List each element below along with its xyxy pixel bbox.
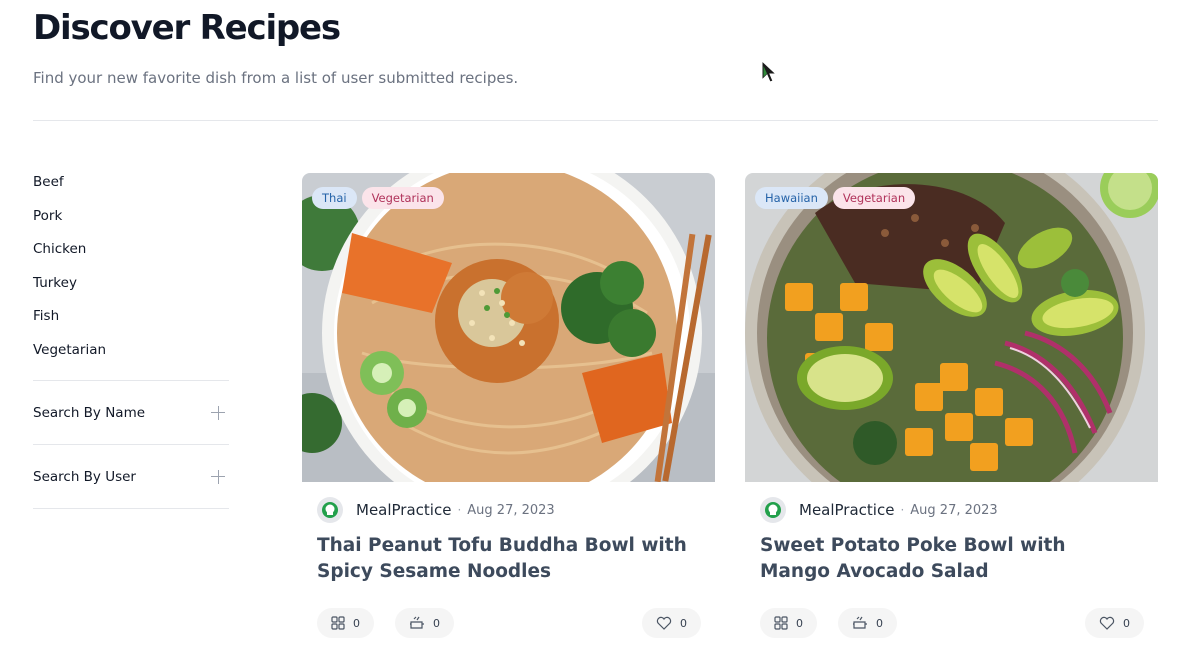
recipe-actions: 0 0 0 [760, 608, 1144, 638]
save-count: 0 [353, 616, 360, 630]
author-name[interactable]: MealPractice [799, 501, 894, 519]
recipe-image[interactable]: Hawaiian Vegetarian [745, 173, 1158, 482]
plus-icon [211, 469, 225, 484]
save-count: 0 [796, 616, 803, 630]
save-button[interactable]: 0 [760, 608, 817, 638]
chef-logo-icon [322, 502, 338, 518]
like-count: 0 [1123, 616, 1130, 630]
page-subtitle: Find your new favorite dish from a list … [33, 69, 519, 87]
recipe-meta: MealPractice · Aug 27, 2023 [317, 497, 555, 523]
post-date: Aug 27, 2023 [910, 502, 998, 518]
chef-logo-icon [765, 502, 781, 518]
like-button[interactable]: 0 [1085, 608, 1144, 638]
cooking-pot-icon [410, 616, 424, 629]
category-chicken[interactable]: Chicken [33, 237, 229, 271]
recipe-image[interactable]: Thai Vegetarian [302, 173, 715, 482]
mouse-cursor-icon [761, 60, 778, 83]
recipe-meta: MealPractice · Aug 27, 2023 [760, 497, 998, 523]
tag-list: Thai Vegetarian [312, 187, 444, 209]
avatar[interactable] [760, 497, 786, 523]
separator-dot: · [900, 503, 905, 517]
cuisine-tag[interactable]: Thai [312, 187, 357, 209]
search-by-user-label: Search By User [33, 468, 136, 485]
cooked-button[interactable]: 0 [838, 608, 897, 638]
recipe-title[interactable]: Thai Peanut Tofu Buddha Bowl with Spicy … [317, 533, 687, 585]
cooking-pot-icon [853, 616, 867, 629]
page-header: Discover Recipes Find your new favorite … [33, 8, 1158, 88]
category-list: Beef Pork Chicken Turkey Fish Vegetarian [33, 170, 229, 371]
diet-tag[interactable]: Vegetarian [361, 187, 444, 209]
sidebar-divider [33, 508, 229, 509]
header-divider [33, 120, 1158, 121]
save-button[interactable]: 0 [317, 608, 374, 638]
like-count: 0 [680, 616, 687, 630]
category-vegetarian[interactable]: Vegetarian [33, 338, 229, 372]
recipe-card: Thai Vegetarian MealPractice · Aug 27, 2… [302, 173, 715, 643]
cooked-button[interactable]: 0 [395, 608, 454, 638]
cuisine-tag[interactable]: Hawaiian [755, 187, 828, 209]
like-button[interactable]: 0 [642, 608, 701, 638]
recipe-title[interactable]: Sweet Potato Poke Bowl with Mango Avocad… [760, 533, 1130, 585]
recipe-actions: 0 0 0 [317, 608, 701, 638]
cooked-count: 0 [876, 616, 883, 630]
diet-tag[interactable]: Vegetarian [832, 187, 916, 209]
search-by-user-toggle[interactable]: Search By User [33, 445, 229, 508]
grid-icon [331, 616, 345, 630]
author-name[interactable]: MealPractice [356, 501, 451, 519]
avatar[interactable] [317, 497, 343, 523]
grid-icon [774, 616, 788, 630]
post-date: Aug 27, 2023 [467, 502, 555, 518]
plus-icon [211, 405, 225, 420]
separator-dot: · [457, 503, 462, 517]
recipe-card: Hawaiian Vegetarian MealPractice · Aug 2… [745, 173, 1158, 643]
search-by-name-label: Search By Name [33, 404, 146, 421]
heart-icon [656, 616, 672, 630]
category-beef[interactable]: Beef [33, 170, 229, 204]
search-by-name-toggle[interactable]: Search By Name [33, 381, 229, 444]
heart-icon [1099, 616, 1115, 630]
category-fish[interactable]: Fish [33, 304, 229, 338]
tag-list: Hawaiian Vegetarian [755, 187, 916, 209]
cooked-count: 0 [433, 616, 440, 630]
category-pork[interactable]: Pork [33, 204, 229, 238]
page-title: Discover Recipes [33, 8, 341, 48]
sidebar: Beef Pork Chicken Turkey Fish Vegetarian… [33, 170, 229, 509]
category-turkey[interactable]: Turkey [33, 271, 229, 305]
